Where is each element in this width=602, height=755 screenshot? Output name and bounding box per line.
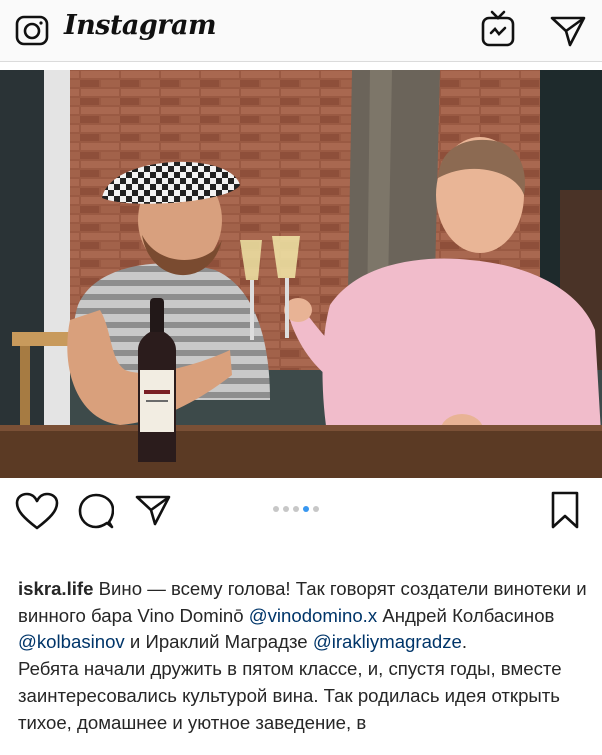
caption-text: . bbox=[461, 631, 468, 653]
carousel-dot-active[interactable] bbox=[303, 506, 309, 512]
carousel-dot[interactable] bbox=[273, 506, 279, 512]
bookmark-icon[interactable] bbox=[550, 490, 580, 530]
direct-message-icon[interactable] bbox=[550, 12, 586, 48]
post-caption: iskra.life Вино — всему голова! Так гово… bbox=[18, 576, 590, 736]
caption-mention[interactable]: @vinodomino.x bbox=[249, 605, 377, 626]
caption-mention[interactable]: @kolbasinov bbox=[18, 631, 125, 652]
share-icon[interactable] bbox=[135, 492, 171, 528]
caption-username[interactable]: iskra.life bbox=[18, 578, 93, 599]
carousel-dot[interactable] bbox=[313, 506, 319, 512]
heart-icon[interactable] bbox=[14, 492, 60, 532]
post-actions-bar bbox=[0, 478, 602, 544]
post-image bbox=[0, 70, 602, 478]
post-photo[interactable] bbox=[0, 70, 602, 478]
caption-mention[interactable]: @irakliymagradze bbox=[313, 631, 462, 652]
carousel-indicator bbox=[273, 506, 319, 514]
instagram-logo: Instagram bbox=[64, 10, 217, 41]
camera-icon[interactable] bbox=[14, 12, 50, 48]
carousel-dot[interactable] bbox=[283, 506, 289, 512]
caption-text: и Ираклий Маградзе bbox=[124, 631, 313, 653]
carousel-dot[interactable] bbox=[293, 506, 299, 512]
caption-text: Андрей Колбасинов bbox=[377, 604, 555, 626]
igtv-icon[interactable] bbox=[480, 10, 516, 48]
top-bar: Instagram bbox=[0, 0, 602, 62]
caption-paragraph: Ребята начали дружить в пятом классе, и,… bbox=[18, 658, 562, 733]
comment-icon[interactable] bbox=[78, 492, 114, 532]
